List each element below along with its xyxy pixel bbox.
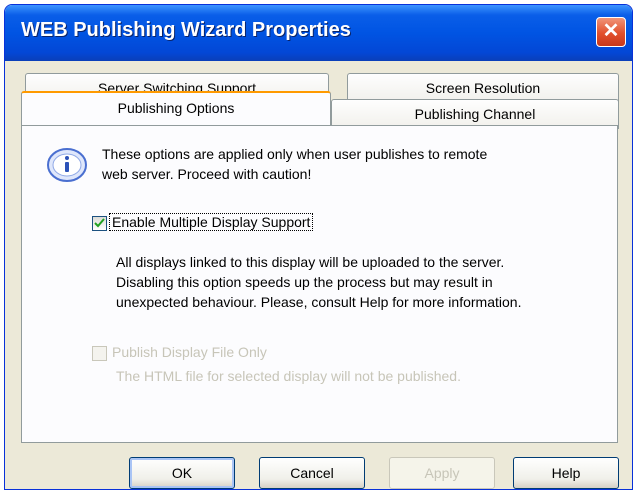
tab-label: Publishing Channel <box>414 106 536 122</box>
tab-panel: These options are applied only when user… <box>21 125 618 443</box>
info-message: These options are applied only when user… <box>102 144 592 184</box>
multi-display-checkbox[interactable] <box>92 216 107 231</box>
tab-label: Publishing Options <box>117 100 235 116</box>
apply-label: Apply <box>424 465 460 481</box>
check-icon <box>94 218 105 228</box>
multi-display-label[interactable]: Enable Multiple Display Support <box>108 213 314 231</box>
ok-button[interactable]: OK <box>129 457 235 489</box>
close-button[interactable]: ✕ <box>596 17 626 47</box>
help-button[interactable]: Help <box>513 457 619 489</box>
ok-label: OK <box>171 465 193 481</box>
publish-only-description: The HTML file for selected display will … <box>116 368 461 384</box>
title-bar[interactable]: WEB Publishing Wizard Properties ✕ <box>5 5 632 61</box>
desc-line-2: Disabling this option speeds up the proc… <box>116 274 493 290</box>
publish-only-label[interactable]: Publish Display File Only <box>112 344 267 360</box>
tab-publishing-options[interactable]: Publishing Options <box>21 91 331 125</box>
cancel-label: Cancel <box>290 465 334 481</box>
help-label: Help <box>551 465 581 481</box>
dialog-content: Server Switching Support Screen Resoluti… <box>5 61 632 489</box>
desc-line-1: All displays linked to this display will… <box>116 254 505 270</box>
cancel-button[interactable]: Cancel <box>259 457 365 489</box>
apply-button[interactable]: Apply <box>389 457 495 489</box>
desc-line-3: unexpected behaviour. Please, consult He… <box>116 294 522 310</box>
info-icon <box>47 148 87 182</box>
tab-label: Screen Resolution <box>425 80 541 96</box>
info-line-2: web server. Proceed with caution! <box>102 166 312 182</box>
multi-display-description: All displays linked to this display will… <box>116 252 616 312</box>
window-title: WEB Publishing Wizard Properties <box>21 19 351 41</box>
dialog-window: WEB Publishing Wizard Properties ✕ Serve… <box>4 4 633 490</box>
close-icon: ✕ <box>602 20 620 42</box>
publish-only-checkbox[interactable] <box>92 346 107 361</box>
info-line-1: These options are applied only when user… <box>102 146 488 162</box>
